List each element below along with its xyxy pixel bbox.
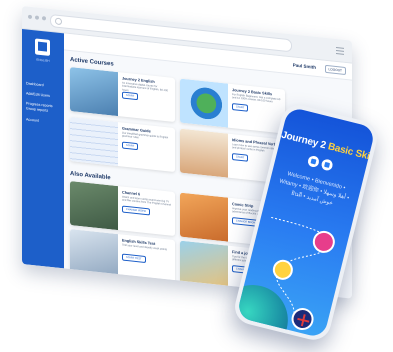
resource-thumbnail	[70, 229, 118, 279]
course-card[interactable]: Grammar Guide Our simplified grammar gui…	[70, 117, 175, 173]
start-button[interactable]: START	[122, 91, 139, 101]
resource-card[interactable]: Channel 6 Watch and learn using award-wi…	[70, 181, 175, 237]
resource-thumbnail	[180, 192, 228, 242]
sidebar: ENGLISH Dashboard Add/Edit Users Progres…	[22, 29, 64, 269]
window-controls[interactable]	[28, 14, 46, 21]
hero-scene: ENGLISH Dashboard Add/Edit Users Progres…	[0, 0, 393, 352]
course-thumbnail	[180, 128, 228, 178]
search-icon	[55, 17, 62, 26]
also-available-heading: Also Available	[70, 171, 111, 182]
resource-button[interactable]: START TEST	[122, 253, 146, 263]
start-button[interactable]: START	[232, 153, 249, 162]
user-name[interactable]: Paul Smith	[293, 62, 316, 69]
sidebar-item-dashboard[interactable]: Dashboard	[26, 81, 44, 88]
resource-thumbnail	[70, 181, 118, 231]
sidebar-item-reports[interactable]: Progress reports Group reports	[26, 101, 60, 114]
logo-text: ENGLISH	[36, 57, 50, 63]
resource-card[interactable]: English Skills Test Test your level and …	[70, 229, 175, 285]
course-thumbnail	[70, 117, 118, 167]
book-logo-icon	[35, 38, 50, 56]
resource-thumbnail	[180, 240, 228, 290]
course-card[interactable]: Journey 2 English An innovative digital …	[70, 67, 175, 123]
resource-button[interactable]: CHANGE VIDEO	[122, 205, 150, 216]
active-courses-heading: Active Courses	[70, 57, 114, 68]
sidebar-item-account[interactable]: Account	[26, 117, 39, 123]
start-button[interactable]: START	[122, 141, 139, 151]
sidebar-item-users[interactable]: Add/Edit Users	[26, 91, 50, 98]
logout-button[interactable]: LOGOUT	[324, 64, 346, 76]
course-thumbnail	[180, 78, 228, 128]
hamburger-menu-icon[interactable]	[336, 45, 344, 57]
course-card[interactable]: Journey 2 Basic Skills For English Begin…	[180, 78, 285, 134]
course-thumbnail	[70, 67, 118, 117]
start-button[interactable]: START	[232, 103, 249, 112]
